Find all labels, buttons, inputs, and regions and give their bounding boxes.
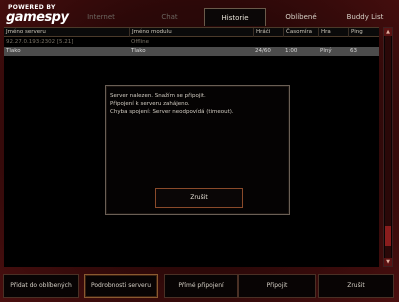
list-scrollbar[interactable]: ▲ ▼ — [383, 27, 393, 267]
bottom-button-bar: Přidat do oblíbených Podrobnosti serveru… — [0, 270, 399, 302]
cell-server-name: 92.27.0.193:2302 [5.21] — [6, 39, 74, 45]
tab-bar: Internet Chat Historie Oblíbené Buddy Li… — [72, 8, 397, 26]
cell-time: 1:00 — [285, 48, 298, 54]
gamespy-logo: POWERED BY gamespy — [6, 4, 69, 26]
tab-buddy-list[interactable]: Buddy List — [334, 8, 396, 26]
logo-brand-text: gamespy — [6, 10, 69, 25]
tab-favorites[interactable]: Oblíbené — [270, 8, 332, 26]
column-server-name[interactable]: Jméno serveru — [4, 28, 129, 37]
table-row[interactable]: 92.27.0.193:2302 [5.21] Offline — [4, 38, 379, 47]
column-players[interactable]: Hráči — [253, 28, 283, 37]
dialog-cancel-button[interactable]: Zrušit — [155, 188, 243, 208]
cell-mod-name: Tlako — [131, 48, 146, 54]
tab-history[interactable]: Historie — [204, 8, 266, 26]
cell-ping: 63 — [350, 48, 357, 54]
server-details-button[interactable]: Podrobnosti serveru — [84, 274, 158, 298]
column-header-row: Jméno serveru Jméno modulu Hráči Časomír… — [4, 27, 379, 37]
column-mod-name[interactable]: Jméno modulu — [129, 28, 253, 37]
tab-internet[interactable]: Internet — [72, 8, 130, 26]
cell-server-name: Tlako — [6, 48, 21, 54]
column-game[interactable]: Hra — [318, 28, 348, 37]
cell-players: 24/60 — [255, 48, 271, 54]
add-to-favorites-button[interactable]: Přidat do oblíbených — [3, 274, 79, 298]
dialog-message: Server nalezen. Snažím se připojit. Přip… — [110, 93, 234, 115]
scroll-thumb[interactable] — [385, 226, 391, 246]
cell-mod-name: Offline — [131, 39, 150, 45]
cancel-button[interactable]: Zrušit — [318, 274, 394, 298]
connect-button[interactable]: Připojit — [238, 274, 316, 298]
direct-connect-button[interactable]: Přímé připojení — [164, 274, 238, 298]
scroll-track[interactable] — [385, 36, 391, 258]
column-ping[interactable]: Ping — [348, 28, 379, 37]
scroll-down-icon[interactable]: ▼ — [384, 258, 392, 266]
table-row-selected[interactable]: Tlako Tlako 24/60 1:00 Plný 63 — [4, 47, 379, 56]
column-time[interactable]: Časomíra — [283, 28, 318, 37]
scroll-up-icon[interactable]: ▲ — [384, 28, 392, 36]
tab-chat[interactable]: Chat — [142, 8, 197, 26]
connection-dialog: Server nalezen. Snažím se připojit. Přip… — [105, 85, 290, 215]
cell-game: Plný — [320, 48, 332, 54]
